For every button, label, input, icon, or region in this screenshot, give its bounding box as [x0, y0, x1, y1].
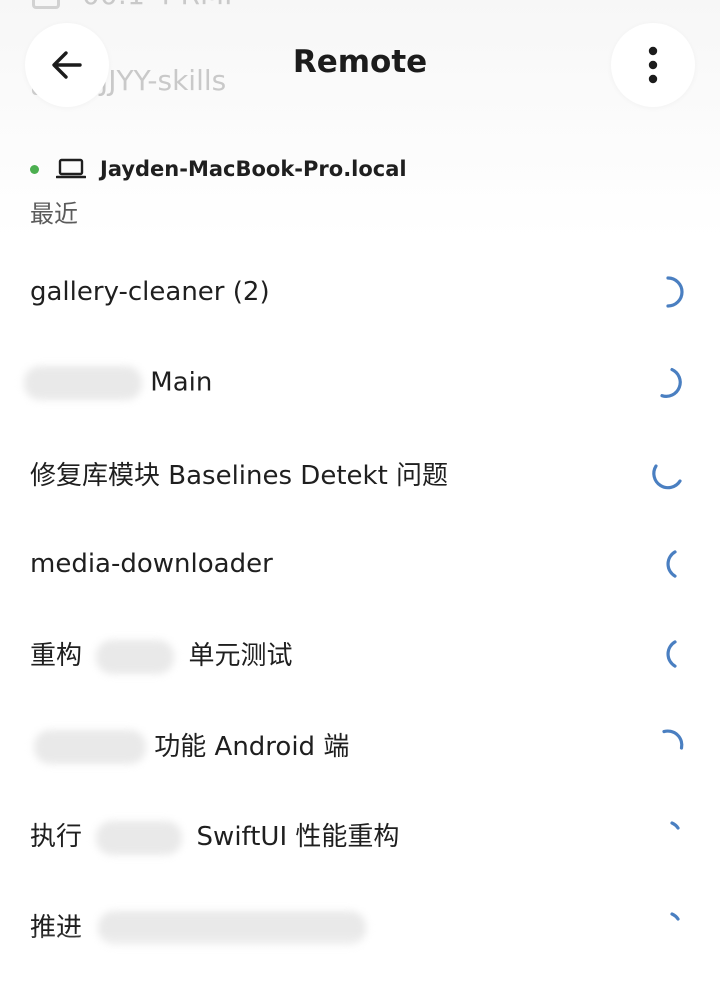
- session-title: 功能 Android 端: [30, 726, 350, 764]
- session-title: 修复库模块 Baselines Detekt 问题: [30, 455, 448, 492]
- session-title-text: media-downloader: [30, 548, 273, 579]
- session-list: gallery-cleaner (2) Main 修复库模块 Baselines…: [0, 247, 720, 971]
- session-title-text: 修复库模块 Baselines Detekt 问题: [30, 460, 449, 491]
- session-title-text: SwiftUI 性能重构: [196, 822, 400, 852]
- redacted-text: [24, 365, 142, 400]
- redacted-text: [96, 820, 183, 855]
- remote-screen: 00:1 4 RMI JJYY-skills Remote: [0, 0, 720, 981]
- session-item[interactable]: Main: [0, 338, 720, 429]
- redacted-text: [34, 730, 146, 764]
- more-options-button[interactable]: [611, 23, 695, 107]
- recent-section-label: 最近: [30, 200, 78, 228]
- laptop-icon: [56, 158, 86, 180]
- session-item[interactable]: 修复库模块 Baselines Detekt 问题: [0, 428, 720, 519]
- redacted-text: [96, 639, 175, 674]
- loading-spinner-icon: [670, 821, 680, 830]
- loading-spinner-icon: [662, 729, 684, 750]
- session-title: Main: [24, 365, 213, 400]
- session-item[interactable]: gallery-cleaner (2): [0, 247, 720, 338]
- app-header: Remote: [0, 0, 720, 130]
- session-title: gallery-cleaner (2): [30, 277, 270, 307]
- more-vert-icon: [648, 46, 658, 84]
- session-title-text: gallery-cleaner (2): [30, 277, 270, 308]
- device-name: Jayden-MacBook-Pro.local: [100, 157, 407, 181]
- loading-spinner-icon: [666, 276, 684, 308]
- loading-spinner-icon: [652, 464, 682, 490]
- loading-spinner-icon: [666, 640, 677, 668]
- session-item[interactable]: 执行 SwiftUI 性能重构: [0, 790, 720, 881]
- session-title: 执行 SwiftUI 性能重构: [30, 816, 399, 855]
- session-title-text: 功能 Android 端: [154, 731, 350, 762]
- loading-spinner-icon: [660, 367, 682, 398]
- session-item[interactable]: 重构 单元测试: [0, 609, 720, 700]
- bottom-fade: [0, 931, 720, 981]
- session-title: media-downloader: [30, 549, 273, 579]
- online-status-dot: [30, 164, 39, 174]
- session-title-text: Main: [150, 367, 213, 398]
- loading-spinner-icon: [666, 550, 677, 578]
- session-title: 重构 单元测试: [30, 635, 293, 674]
- session-title-text: 执行: [30, 822, 83, 852]
- session-title-text: 重构: [30, 641, 83, 671]
- session-title-text: 单元测试: [188, 641, 293, 671]
- device-row[interactable]: Jayden-MacBook-Pro.local: [30, 152, 407, 186]
- session-item[interactable]: media-downloader: [0, 519, 720, 610]
- session-item[interactable]: 功能 Android 端: [0, 700, 720, 791]
